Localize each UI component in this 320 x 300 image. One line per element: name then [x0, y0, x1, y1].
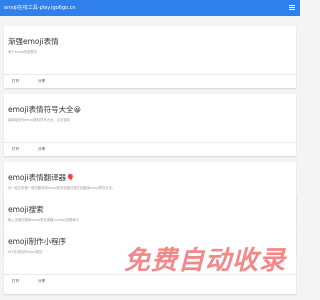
share-button[interactable]: 分享: [38, 143, 45, 156]
card-actions: 打开 分享: [4, 143, 296, 156]
card-title-text: emoji表情符号大全: [8, 105, 74, 114]
menu-icon[interactable]: [289, 5, 295, 11]
app-title: emoji在线工具-play.igo6go.cn: [4, 5, 76, 11]
card-title[interactable]: emoji表情符号大全😀: [8, 104, 81, 115]
card-title[interactable]: emoji制作小程序: [8, 236, 66, 247]
share-button[interactable]: 分享: [38, 75, 45, 88]
balloon-icon: 🎈: [66, 174, 75, 182]
open-button[interactable]: 打开: [12, 143, 19, 156]
app-header: emoji在线工具-play.igo6go.cn: [0, 0, 300, 16]
card-title-text: emoji搜索: [8, 205, 44, 214]
card-description: 输入关键词搜索emoji表情或输入emoji查看释义: [8, 218, 79, 222]
card-description: DIY合成你的emoji表情: [8, 250, 43, 254]
open-button[interactable]: 打开: [12, 75, 19, 88]
grinning-face-icon: 😀: [73, 106, 81, 114]
card-description: 用于emoji改造表情: [8, 50, 37, 54]
card-title[interactable]: 渐强emoji表情: [8, 36, 59, 47]
tool-card[interactable]: emoji表情符号大全😀 最新最全的emoji表情符号大全，点击复制 打开 分享: [4, 94, 296, 156]
tool-card[interactable]: 渐强emoji表情 用于emoji改造表情 打开 分享: [4, 26, 296, 88]
card-description: 对一段文本做一键式翻译成emoji表情或通过表情包翻译emoji表情文本。: [8, 186, 116, 190]
card-title-text: emoji制作小程序: [8, 237, 67, 246]
card-description: 最新最全的emoji表情符号大全，点击复制: [8, 118, 70, 122]
card-title-text: emoji表情翻译器: [8, 173, 67, 182]
card-actions: 打开 分享: [4, 75, 296, 88]
card-title-text: 渐强emoji表情: [8, 37, 59, 46]
share-button[interactable]: 分享: [38, 275, 45, 288]
open-button[interactable]: 打开: [12, 275, 19, 288]
card-title[interactable]: emoji表情翻译器🎈: [8, 172, 75, 183]
watermark-text: 免费自动收录: [124, 246, 287, 276]
card-title[interactable]: emoji搜索: [8, 204, 44, 215]
